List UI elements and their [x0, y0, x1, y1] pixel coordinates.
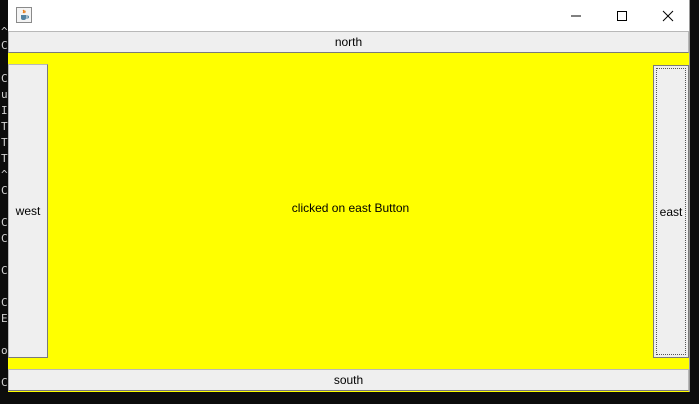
- maximize-icon: [617, 11, 627, 21]
- west-button-label: west: [15, 204, 41, 218]
- focus-ring: [656, 68, 686, 355]
- north-button-label: north: [334, 35, 363, 49]
- border-layout-panel: north west clicked on east Button east s…: [8, 31, 689, 392]
- console-glyph: ^: [1, 168, 8, 181]
- console-glyph: I: [1, 104, 8, 117]
- console-glyph: u: [1, 88, 8, 101]
- minimize-icon: [571, 15, 581, 17]
- center-status-label: clicked on east Button: [291, 201, 410, 215]
- title-bar[interactable]: [8, 0, 689, 31]
- console-glyph: o: [1, 344, 8, 357]
- console-glyph: ^: [1, 25, 8, 38]
- app-window: north west clicked on east Button east s…: [8, 0, 690, 392]
- console-glyph: C: [1, 296, 8, 309]
- west-button[interactable]: west: [8, 64, 48, 358]
- minimize-button[interactable]: [553, 0, 599, 31]
- south-button-label: south: [333, 373, 364, 387]
- console-glyph: C: [1, 264, 8, 277]
- console-glyph: C: [1, 216, 8, 229]
- east-button[interactable]: east: [653, 65, 689, 358]
- console-glyph: C: [1, 72, 8, 85]
- console-glyph: C: [1, 184, 8, 197]
- maximize-button[interactable]: [599, 0, 645, 31]
- console-glyph: E: [1, 312, 8, 325]
- console-glyph: T: [1, 136, 8, 149]
- console-glyph: C: [1, 232, 8, 245]
- north-button[interactable]: north: [8, 31, 689, 53]
- console-glyph: C: [1, 376, 8, 389]
- close-icon: [662, 10, 674, 22]
- south-button[interactable]: south: [8, 369, 689, 391]
- console-glyph: T: [1, 120, 8, 133]
- console-glyph: C: [1, 39, 8, 52]
- console-glyph: T: [1, 152, 8, 165]
- close-button[interactable]: [645, 0, 691, 31]
- java-cup-icon[interactable]: [16, 7, 32, 23]
